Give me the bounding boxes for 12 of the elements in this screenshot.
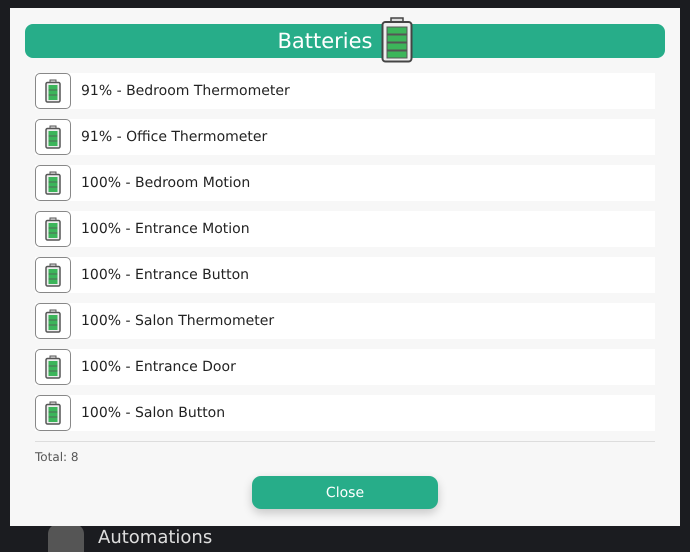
battery-label: 100% - Entrance Button [81,267,250,283]
menu-item[interactable]: Automations [98,529,212,547]
battery-label: 100% - Salon Button [81,405,226,421]
battery-label: 100% - Salon Thermometer [81,313,274,329]
battery-icon [380,17,412,63]
battery-label: 100% - Bedroom Motion [81,175,250,191]
dialog-title: Batteries [278,28,372,55]
battery-label: 91% - Office Thermometer [81,129,268,145]
battery-label: 100% - Entrance Motion [81,221,250,237]
battery-label: 91% - Bedroom Thermometer [81,83,290,99]
battery-label: 100% - Entrance Door [81,359,236,375]
total-count: Total: 8 [35,441,655,464]
